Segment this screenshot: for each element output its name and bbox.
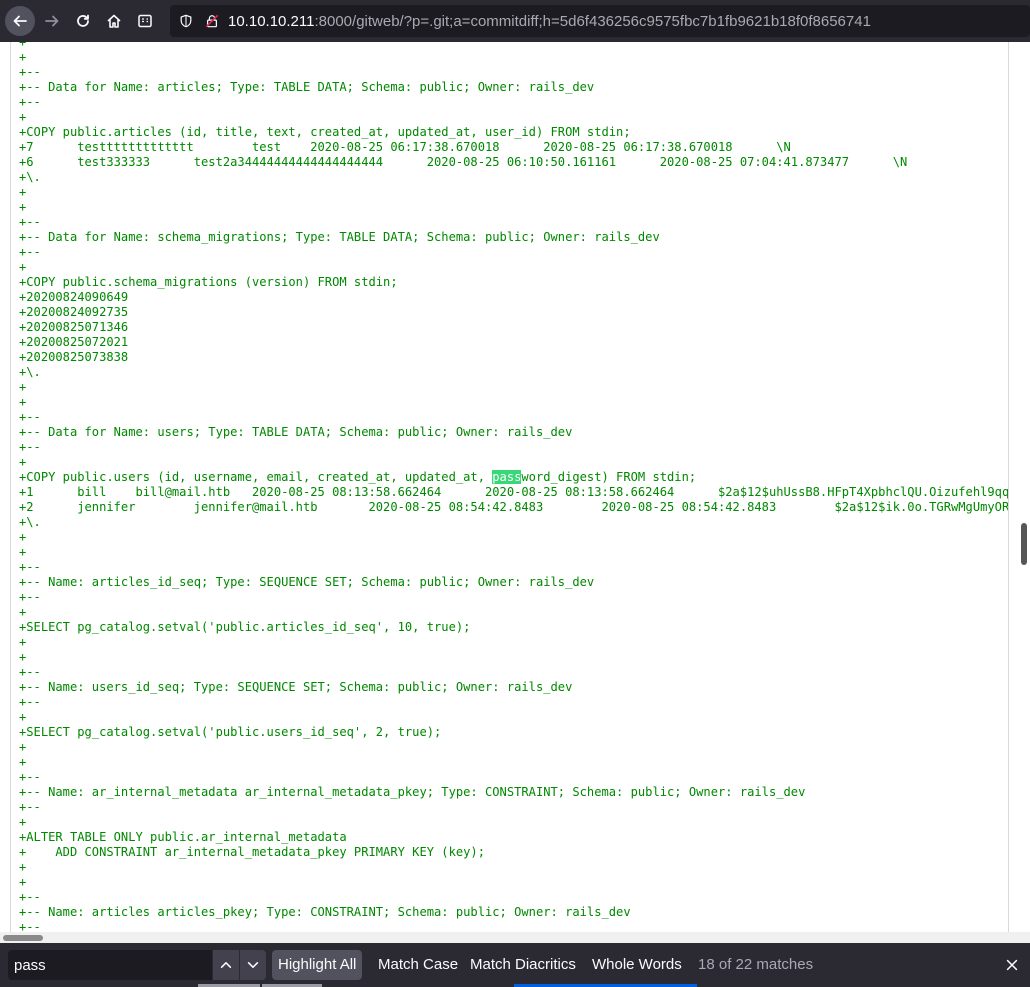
reload-icon bbox=[77, 14, 89, 27]
diff-line: +7 testtttttttttttt test 2020-08-25 06:1… bbox=[19, 140, 791, 154]
diff-line: +\. bbox=[19, 515, 41, 529]
url-host: 10.10.10.211 bbox=[228, 12, 315, 30]
diff-line: + bbox=[19, 740, 27, 754]
diff-line: +20200824090649 bbox=[19, 290, 129, 304]
find-bar: Highlight All Match Case Match Diacritic… bbox=[0, 943, 1030, 987]
diff-line: + bbox=[19, 530, 27, 544]
horizontal-scrollbar-thumb[interactable] bbox=[3, 935, 43, 941]
find-close-button[interactable] bbox=[998, 950, 1026, 980]
browser-toolbar: 10.10.10.211:8000/gitweb/?p=.git;a=commi… bbox=[0, 0, 1030, 42]
diff-line: +-- bbox=[19, 440, 41, 454]
diff-line: + bbox=[19, 860, 27, 874]
diff-line: +\. bbox=[19, 170, 41, 184]
diff-line: +-- bbox=[19, 65, 41, 79]
diff-line: +COPY public.articles (id, title, text, … bbox=[19, 125, 631, 139]
diff-line: +20200825073838 bbox=[19, 350, 129, 364]
back-button[interactable] bbox=[5, 6, 35, 36]
match-diacritics-toggle[interactable]: Match Diacritics bbox=[464, 950, 582, 980]
url-bar[interactable]: 10.10.10.211:8000/gitweb/?p=.git;a=commi… bbox=[170, 5, 1030, 37]
diff-line: +2 jennifer jennifer@mail.htb 2020-08-25… bbox=[19, 500, 1009, 514]
diff-line: +SELECT pg_catalog.setval('public.articl… bbox=[19, 620, 471, 634]
match-case-toggle[interactable]: Match Case bbox=[372, 950, 464, 980]
diff-line: +-- bbox=[19, 560, 41, 574]
diff-line: +20200825071346 bbox=[19, 320, 129, 334]
diff-line: +-- Data for Name: users; Type: TABLE DA… bbox=[19, 425, 573, 439]
diff-line: + bbox=[19, 455, 27, 469]
diff-block: + + +-- +-- Data for Name: articles; Type: … bbox=[10, 42, 1009, 935]
diff-line: +SELECT pg_catalog.setval('public.users_… bbox=[19, 725, 442, 739]
diff-line: + bbox=[19, 380, 27, 394]
vertical-scrollbar[interactable] bbox=[1019, 42, 1030, 935]
diff-line: +-- bbox=[19, 665, 41, 679]
find-previous-button[interactable] bbox=[213, 950, 239, 980]
diff-line: +-- Name: articles articles_pkey; Type: … bbox=[19, 905, 631, 919]
diff-line: + bbox=[19, 635, 27, 649]
diff-line: +-- bbox=[19, 245, 41, 259]
diff-line: +COPY public.users (id, username, email,… bbox=[19, 470, 697, 484]
diff-line: +1 bill bill@mail.htb 2020-08-25 08:13:5… bbox=[19, 485, 1009, 499]
diff-line: +COPY public.schema_migrations (version)… bbox=[19, 275, 398, 289]
url-path: :8000/gitweb/?p=.git;a=commitdiff;h=5d6f… bbox=[314, 12, 871, 30]
url-text[interactable]: 10.10.10.211:8000/gitweb/?p=.git;a=commi… bbox=[228, 13, 871, 30]
diff-line: + bbox=[19, 815, 27, 829]
diff-line: + bbox=[19, 875, 27, 889]
reader-icon bbox=[138, 14, 152, 28]
diff-line: +-- bbox=[19, 215, 41, 229]
diff-line: + bbox=[19, 545, 27, 559]
search-highlight: pass bbox=[492, 470, 522, 484]
diff-line: +-- bbox=[19, 410, 41, 424]
close-icon bbox=[1006, 959, 1018, 971]
diff-line: +6 test333333 test2a34444444444444444444… bbox=[19, 155, 908, 169]
diff-line: +-- bbox=[19, 95, 41, 109]
find-input[interactable] bbox=[8, 950, 212, 980]
diff-line: +-- bbox=[19, 770, 41, 784]
home-icon bbox=[107, 14, 121, 28]
find-match-status: 18 of 22 matches bbox=[698, 956, 814, 973]
diff-line: +-- bbox=[19, 890, 41, 904]
diff-line: +-- Data for Name: articles; Type: TABLE… bbox=[19, 80, 595, 94]
insecure-lock-icon[interactable] bbox=[202, 11, 222, 31]
vertical-scrollbar-thumb[interactable] bbox=[1021, 523, 1027, 565]
diff-line: + bbox=[19, 50, 27, 64]
chevron-up-icon bbox=[220, 962, 232, 968]
chevron-down-icon bbox=[247, 962, 259, 968]
whole-words-toggle[interactable]: Whole Words bbox=[586, 950, 688, 980]
diff-line: +-- Name: ar_internal_metadata ar_intern… bbox=[19, 785, 806, 799]
reload-button[interactable] bbox=[69, 7, 97, 35]
horizontal-scrollbar[interactable] bbox=[0, 932, 1030, 943]
diff-line: +-- Name: articles_id_seq; Type: SEQUENC… bbox=[19, 575, 595, 589]
diff-line: +20200825072021 bbox=[19, 335, 129, 349]
diff-line: +-- Data for Name: schema_migrations; Ty… bbox=[19, 230, 660, 244]
forward-arrow-icon bbox=[45, 15, 59, 27]
reader-view-button[interactable] bbox=[131, 7, 159, 35]
diff-line: + bbox=[19, 605, 27, 619]
page-content: + + +-- +-- Data for Name: articles; Type: … bbox=[0, 42, 1030, 935]
diff-line: + bbox=[19, 650, 27, 664]
diff-line: + bbox=[19, 260, 27, 274]
diff-line: +-- bbox=[19, 800, 41, 814]
diff-line: +-- bbox=[19, 695, 41, 709]
diff-line: + ADD CONSTRAINT ar_internal_metadata_pk… bbox=[19, 845, 485, 859]
diff-line: +-- Name: users_id_seq; Type: SEQUENCE S… bbox=[19, 680, 573, 694]
find-next-button[interactable] bbox=[240, 950, 266, 980]
tracking-shield-icon[interactable] bbox=[176, 11, 196, 31]
diff-line: + bbox=[19, 200, 27, 214]
diff-line: + bbox=[19, 710, 27, 724]
diff-line: + bbox=[19, 395, 27, 409]
diff-line: + bbox=[19, 110, 27, 124]
diff-line: +-- bbox=[19, 590, 41, 604]
back-arrow-icon bbox=[13, 15, 27, 27]
diff-line: +ALTER TABLE ONLY public.ar_internal_met… bbox=[19, 830, 347, 844]
diff-line: + bbox=[19, 42, 27, 49]
diff-line: +20200824092735 bbox=[19, 305, 129, 319]
highlight-all-toggle[interactable]: Highlight All bbox=[272, 950, 363, 980]
diff-line: + bbox=[19, 755, 27, 769]
diff-line: +\. bbox=[19, 365, 41, 379]
home-button[interactable] bbox=[100, 7, 128, 35]
diff-line: + bbox=[19, 185, 27, 199]
forward-button[interactable] bbox=[38, 7, 66, 35]
